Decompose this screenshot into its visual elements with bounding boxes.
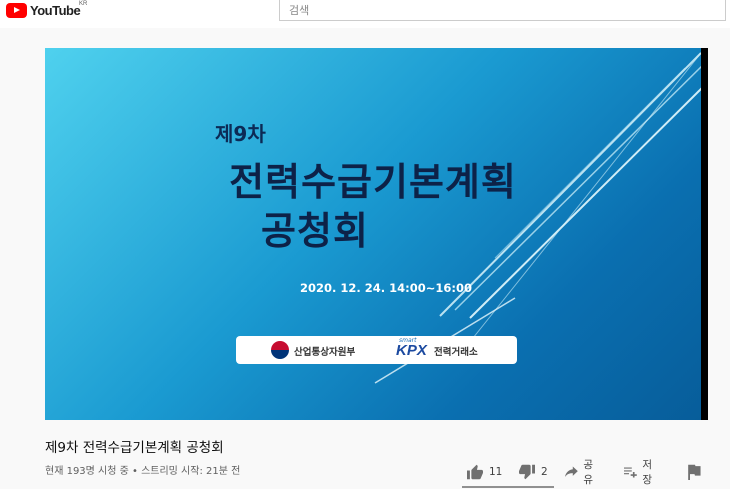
kpx-logo: KPX <box>396 342 427 359</box>
youtube-play-icon <box>6 2 27 18</box>
government-emblem-icon <box>271 341 289 359</box>
save-label: 저장 <box>642 459 653 486</box>
thumbs-down-icon <box>519 464 535 480</box>
playlist-add-icon <box>624 467 637 478</box>
slide-title-line1: 전력수급기본계획 <box>229 160 517 204</box>
share-button[interactable]: 공유 <box>565 459 598 486</box>
flag-icon <box>688 464 701 480</box>
youtube-logo[interactable]: YouTube KR <box>6 1 87 19</box>
share-label: 공유 <box>583 459 594 486</box>
search-placeholder: 검색 <box>289 4 310 17</box>
dislike-button[interactable]: 2 <box>518 462 548 482</box>
sentiment-bar <box>462 486 554 488</box>
report-button[interactable] <box>687 462 701 482</box>
ministry-name: 산업통상자원부 <box>294 347 356 358</box>
organizer-logo-box: 산업통상자원부 smart KPX 전력거래소 <box>236 336 517 364</box>
exchange-name: 전력거래소 <box>434 347 478 358</box>
slide-edition: 제9차 <box>215 122 266 146</box>
video-frame-slide: 제9차 전력수급기본계획 공청회 2020. 12. 24. 14:00~16:… <box>45 48 701 420</box>
video-player[interactable]: 제9차 전력수급기본계획 공청회 2020. 12. 24. 14:00~16:… <box>45 48 708 420</box>
thumbs-up-icon <box>467 464 483 480</box>
share-arrow-icon <box>565 466 578 478</box>
like-count: 11 <box>489 466 503 478</box>
brand-wordmark: YouTube <box>30 2 81 18</box>
video-meta: 현재 193명 시청 중 • 스트리밍 시작: 21분 전 <box>45 466 241 477</box>
video-title: 제9차 전력수급기본계획 공청회 <box>45 440 224 456</box>
slide-date: 2020. 12. 24. 14:00~16:00 <box>300 281 472 295</box>
slide-title-line2: 공청회 <box>261 209 369 253</box>
top-bar: YouTube KR 검색 <box>0 0 730 28</box>
dislike-count: 2 <box>541 466 548 478</box>
save-button[interactable]: 저장 <box>624 459 657 486</box>
country-code: KR <box>79 1 88 7</box>
like-button[interactable]: 11 <box>466 462 502 482</box>
search-input[interactable]: 검색 <box>279 0 726 21</box>
